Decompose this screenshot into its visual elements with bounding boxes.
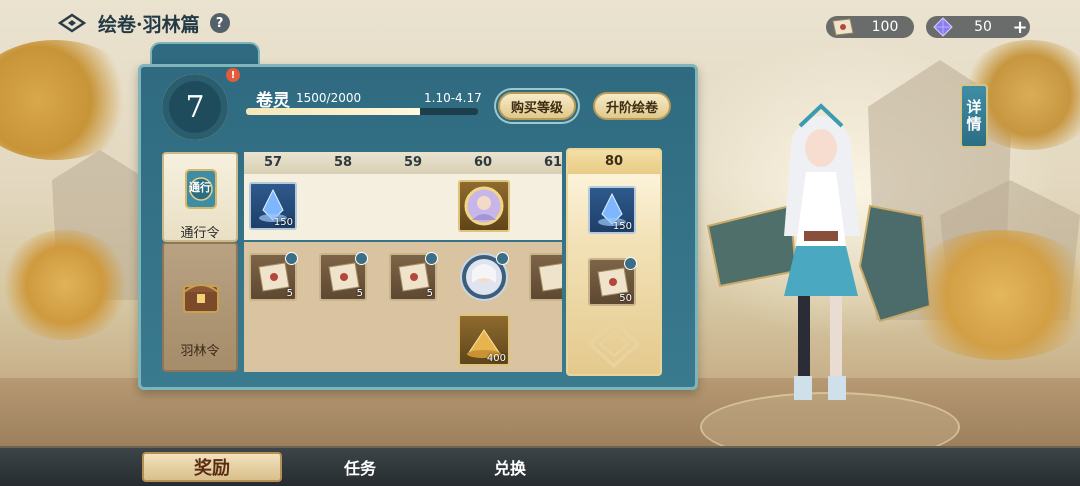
reward-item[interactable]	[460, 252, 509, 301]
level-label: 57	[263, 155, 283, 170]
tab-pass[interactable]: 通行 通行令	[162, 152, 238, 242]
reward-item[interactable]: 5	[319, 252, 368, 301]
buy-level-button[interactable]: 购买等级	[498, 92, 576, 120]
add-gem-button[interactable]: +	[1010, 17, 1030, 38]
clock-icon	[624, 257, 637, 270]
level-label: 61	[543, 155, 562, 170]
clock-icon	[355, 252, 368, 265]
gem-currency: 50 +	[926, 16, 1030, 38]
autumn-tree-left-lower	[0, 230, 130, 340]
season-date-range: 1.10-4.17	[424, 91, 482, 105]
autumn-tree-left	[0, 40, 140, 160]
reward-track: 57 58 59 60 61 150 5 5 5 400	[244, 152, 562, 372]
tab-exchange[interactable]: 兑换	[470, 452, 550, 482]
purple-gem-icon	[933, 17, 953, 37]
level-header-row: 57 58 59 60 61	[244, 152, 562, 174]
reward-count: 150	[612, 221, 632, 232]
reward-item[interactable]: 400	[458, 314, 510, 366]
reward-item[interactable]: 5	[389, 252, 438, 301]
pass-badge-text: 通行	[189, 181, 211, 194]
spirit-progress-bar	[246, 108, 478, 115]
reward-item[interactable]	[458, 180, 510, 232]
reward-count: 5	[426, 288, 433, 299]
diamond-ornament-icon	[587, 319, 641, 369]
spirit-progress-text: 1500/2000	[296, 91, 362, 105]
reward-count: 150	[273, 217, 293, 228]
tab-tasks[interactable]: 任务	[320, 452, 400, 482]
reward-item[interactable]: 50	[588, 257, 637, 306]
upgrade-scroll-button[interactable]: 升阶绘卷	[593, 92, 671, 120]
reward-item[interactable]: 5	[249, 252, 298, 301]
spirit-progress-fill	[246, 108, 420, 115]
header: 绘卷·羽林篇 ?	[58, 10, 230, 36]
level-label: 60	[473, 155, 493, 170]
scroll-ticket-icon	[538, 262, 562, 292]
reward-count: 5	[356, 288, 363, 299]
character-hero	[706, 103, 932, 400]
reward-item[interactable]: 150	[588, 186, 636, 234]
level-label: 58	[333, 155, 353, 170]
alert-icon: !	[226, 68, 240, 82]
level-label: 59	[403, 155, 423, 170]
ticket-value: 100	[871, 19, 899, 35]
yulin-chest-icon	[183, 284, 219, 313]
clock-icon	[425, 252, 438, 265]
reward-count: 5	[286, 288, 293, 299]
page-title: 绘卷·羽林篇	[98, 13, 200, 36]
details-button[interactable]: 详情	[960, 84, 988, 148]
highlight-level-label: 80	[568, 150, 660, 174]
ticket-currency: 100	[826, 16, 914, 38]
tab-pass-label: 通行令	[180, 226, 220, 241]
back-icon[interactable]	[58, 12, 88, 34]
level-number: 7	[185, 89, 205, 125]
reward-count: 400	[486, 353, 506, 364]
highlight-level-column[interactable]: 80 150 50	[566, 148, 662, 376]
tab-rewards[interactable]: 奖励	[142, 452, 282, 482]
reward-count: 50	[619, 293, 632, 304]
tab-yulin[interactable]: 羽林令	[162, 242, 238, 372]
avatar-frame-icon	[464, 186, 504, 226]
tab-yulin-label: 羽林令	[180, 344, 220, 359]
clock-icon	[496, 252, 509, 265]
reward-item[interactable]: 150	[249, 182, 297, 230]
level-badge: 7	[162, 74, 228, 140]
help-icon[interactable]: ?	[209, 13, 230, 33]
scroll-ticket-icon	[832, 18, 854, 36]
gem-value: 50	[974, 19, 992, 35]
clock-icon	[285, 252, 298, 265]
reward-item-partial[interactable]	[529, 253, 562, 301]
